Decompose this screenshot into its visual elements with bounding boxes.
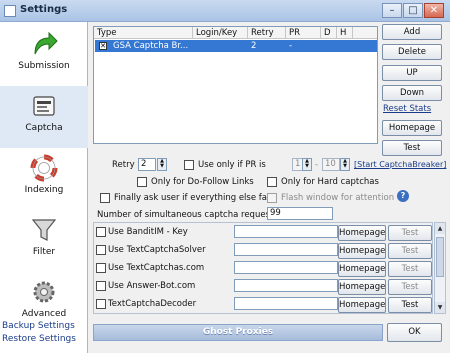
solver-key-input[interactable] <box>234 261 338 274</box>
pr-to-spinner[interactable]: ▲ ▼ <box>340 158 350 171</box>
help-icon[interactable]: ? <box>397 190 409 202</box>
maximize-button[interactable]: □ <box>403 3 423 18</box>
solver-key-input[interactable] <box>234 243 338 256</box>
lifebuoy-icon <box>29 154 59 182</box>
retry-label: Retry <box>112 160 135 170</box>
sidebar-item-submission[interactable]: Submission <box>0 24 88 86</box>
retry-input[interactable]: 2 <box>138 158 156 171</box>
solver-homepage-button[interactable]: Homepage <box>338 225 386 241</box>
solver-test-button[interactable]: Test <box>388 279 432 295</box>
pr-to-input[interactable]: 10 <box>322 158 340 171</box>
close-button[interactable]: ✕ <box>424 3 444 18</box>
solver-label: Use TextCaptchaSolver <box>108 245 206 255</box>
ghost-proxies-banner[interactable]: Ghost Proxies <box>93 324 383 341</box>
solver-label: TextCaptchaDecoder <box>108 299 197 309</box>
retry-spinner[interactable]: ▲ ▼ <box>157 158 167 171</box>
cell-retry: 2 <box>251 41 257 51</box>
cell-d <box>321 40 337 52</box>
simultaneous-input[interactable]: 99 <box>267 207 333 220</box>
restore-settings-link[interactable]: Restore Settings <box>2 334 76 344</box>
finally-ask-label: Finally ask user if everything else fail… <box>114 193 277 203</box>
solver-label: Use BanditIM - Key <box>108 227 188 237</box>
funnel-icon <box>29 216 59 244</box>
use-only-pr-label: Use only if PR is <box>198 160 266 170</box>
title-bar: Settings – □ ✕ <box>0 0 450 22</box>
backup-settings-link[interactable]: Backup Settings <box>2 321 75 331</box>
use-only-pr-checkbox[interactable] <box>184 160 194 170</box>
finally-ask-checkbox[interactable] <box>100 193 110 203</box>
pr-from-spinner[interactable]: ▲ ▼ <box>302 158 312 171</box>
start-captchabreaker-link[interactable]: [Start CaptchaBreaker] <box>354 160 446 169</box>
sidebar-item-captcha[interactable]: Captcha <box>0 86 88 148</box>
column-header-retry[interactable]: Retry <box>248 27 286 39</box>
cell-login <box>193 40 248 52</box>
column-header-type[interactable]: Type <box>94 27 193 39</box>
solver-test-button[interactable]: Test <box>388 225 432 241</box>
row-checkbox[interactable]: ✕ <box>99 42 107 50</box>
only-hard-label: Only for Hard captchas <box>281 177 379 187</box>
sidebar: Submission Captcha Indexing Filter Advan… <box>0 22 88 353</box>
sidebar-item-filter[interactable]: Filter <box>0 210 88 272</box>
add-button[interactable]: Add <box>382 24 442 40</box>
window-title: Settings <box>20 4 68 15</box>
sidebar-item-indexing[interactable]: Indexing <box>0 148 88 210</box>
solver-list: Use BanditIM - Key Homepage Test Use Tex… <box>93 222 433 314</box>
sidebar-item-label: Advanced <box>21 309 67 319</box>
captcha-service-table[interactable]: Type Login/Key Retry PR D H ✕ GSA Captch… <box>93 26 378 144</box>
scroll-thumb[interactable] <box>436 237 444 277</box>
pr-separator: - <box>315 160 319 170</box>
scroll-up-icon[interactable]: ▲ <box>435 223 445 234</box>
scroll-down-icon[interactable]: ▼ <box>435 302 445 313</box>
homepage-button[interactable]: Homepage <box>382 120 442 136</box>
column-header-login[interactable]: Login/Key <box>193 27 248 39</box>
ok-button[interactable]: OK <box>387 323 442 342</box>
sidebar-item-label: Indexing <box>24 185 64 195</box>
sidebar-item-label: Submission <box>18 61 70 71</box>
flash-window-checkbox[interactable] <box>267 193 277 203</box>
solver-checkbox[interactable] <box>96 299 106 309</box>
solver-homepage-button[interactable]: Homepage <box>338 261 386 277</box>
only-hard-checkbox[interactable] <box>267 177 277 187</box>
column-header-h[interactable]: H <box>337 27 353 39</box>
column-header-filler <box>353 27 377 39</box>
solver-list-scrollbar[interactable]: ▲ ▼ <box>434 222 446 314</box>
solver-key-input[interactable] <box>234 225 338 238</box>
sidebar-item-label: Filter <box>32 247 56 257</box>
cell-pr: - <box>289 41 293 51</box>
table-row[interactable]: ✕ GSA Captcha Br... 2 - <box>95 40 377 52</box>
gear-icon <box>29 278 59 306</box>
solver-test-button[interactable]: Test <box>388 261 432 277</box>
only-dofollow-label: Only for Do-Follow Links <box>151 177 254 187</box>
cell-type: GSA Captcha Br... <box>113 41 189 51</box>
captcha-icon <box>29 92 59 120</box>
cell-h <box>337 40 353 52</box>
only-dofollow-checkbox[interactable] <box>137 177 147 187</box>
flash-window-label: Flash window for attention <box>281 193 395 203</box>
solver-checkbox[interactable] <box>96 245 106 255</box>
solver-key-input[interactable] <box>234 297 338 310</box>
solver-test-button[interactable]: Test <box>388 243 432 259</box>
up-button[interactable]: UP <box>382 65 442 81</box>
solver-checkbox[interactable] <box>96 263 106 273</box>
solver-checkbox[interactable] <box>96 281 106 291</box>
reset-stats-link[interactable]: Reset Stats <box>383 104 431 114</box>
minimize-button[interactable]: – <box>382 3 402 18</box>
app-icon <box>4 5 16 17</box>
simultaneous-label: Number of simultaneous captcha requests <box>97 210 278 220</box>
down-button[interactable]: Down <box>382 85 442 101</box>
solver-checkbox[interactable] <box>96 227 106 237</box>
column-header-pr[interactable]: PR <box>286 27 321 39</box>
green-arrow-icon <box>29 30 59 58</box>
solver-homepage-button[interactable]: Homepage <box>338 243 386 259</box>
test-button[interactable]: Test <box>382 140 442 156</box>
solver-test-button[interactable]: Test <box>388 297 432 313</box>
delete-button[interactable]: Delete <box>382 44 442 60</box>
solver-homepage-button[interactable]: Homepage <box>338 297 386 313</box>
sidebar-item-label: Captcha <box>25 123 63 133</box>
solver-homepage-button[interactable]: Homepage <box>338 279 386 295</box>
solver-label: Use TextCaptchas.com <box>108 263 205 273</box>
solver-key-input[interactable] <box>234 279 338 292</box>
solver-label: Use Answer-Bot.com <box>108 281 196 291</box>
column-header-d[interactable]: D <box>321 27 337 39</box>
